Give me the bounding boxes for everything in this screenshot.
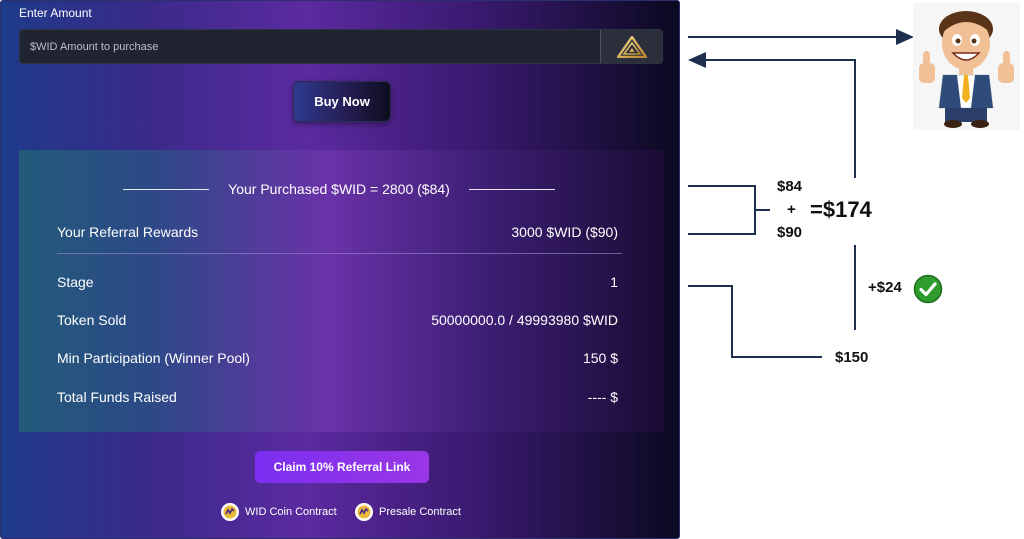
funds-raised-row: Total Funds Raised ---- $ xyxy=(57,389,618,409)
wid-contract-label: WID Coin Contract xyxy=(245,506,337,518)
row-value: 3000 $WID ($90) xyxy=(511,224,618,240)
coin-icon xyxy=(221,503,239,521)
purchased-summary: Your Purchased $WID = 2800 ($84) xyxy=(123,180,555,198)
min-participation-note: $150 xyxy=(835,349,869,366)
divider-right xyxy=(469,189,555,190)
coin-icon xyxy=(355,503,373,521)
gain-note: +$24 xyxy=(868,279,902,296)
total-note: =$174 xyxy=(810,197,872,222)
plus-sign: + xyxy=(787,201,796,218)
amount-input[interactable] xyxy=(20,30,600,63)
presale-widget: Enter Amount Buy Now Your Purchased $WID… xyxy=(0,0,680,539)
row-label: Your Referral Rewards xyxy=(57,224,199,240)
row-label: Min Participation (Winner Pool) xyxy=(57,350,250,366)
purchased-text: Your Purchased $WID = 2800 ($84) xyxy=(228,181,450,197)
row-value: 150 $ xyxy=(582,350,618,366)
row-label: Token Sold xyxy=(57,312,127,328)
divider-left xyxy=(123,189,209,190)
row-label: Total Funds Raised xyxy=(57,389,177,405)
min-participation-row: Min Participation (Winner Pool) 150 $ xyxy=(57,350,618,370)
row-label: Stage xyxy=(57,274,94,290)
gold-triangle-icon xyxy=(616,35,647,58)
check-circle-icon xyxy=(913,274,943,309)
row-value: 1 xyxy=(610,274,618,290)
row-value: 50000000.0 / 49993980 $WID xyxy=(431,312,618,328)
enter-amount-label: Enter Amount xyxy=(19,6,92,20)
section-divider xyxy=(57,253,622,254)
presale-contract-link[interactable]: Presale Contract xyxy=(355,502,461,522)
referral-amount-note: $90 xyxy=(777,224,803,241)
row-value: ---- $ xyxy=(587,389,618,405)
token-sold-row: Token Sold 50000000.0 / 49993980 $WID xyxy=(57,312,618,332)
buy-now-button[interactable]: Buy Now xyxy=(293,81,391,122)
stage-row: Stage 1 xyxy=(57,274,618,294)
presale-contract-label: Presale Contract xyxy=(379,506,461,518)
referral-rewards-row: Your Referral Rewards 3000 $WID ($90) xyxy=(57,224,618,244)
wid-contract-link[interactable]: WID Coin Contract xyxy=(221,502,337,522)
claim-referral-button[interactable]: Claim 10% Referral Link xyxy=(255,451,429,483)
amount-input-group xyxy=(19,29,663,64)
purchased-amount-note: $84 xyxy=(777,178,803,195)
thumbs-up-mascot xyxy=(913,3,1020,130)
purchase-summary-panel: Your Purchased $WID = 2800 ($84) Your Re… xyxy=(19,150,664,432)
token-select-button[interactable] xyxy=(600,30,662,63)
